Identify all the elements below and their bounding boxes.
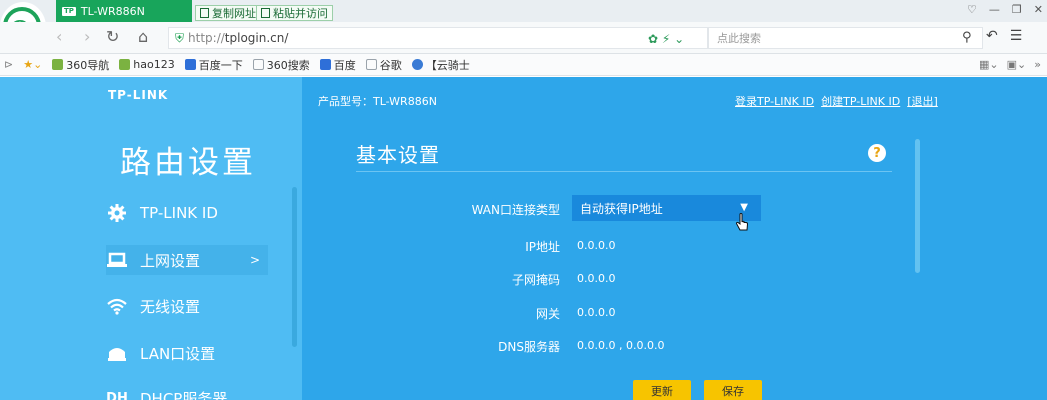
- refresh-button[interactable]: 更新: [633, 380, 691, 400]
- sidebar-item-internet[interactable]: 上网设置 >: [106, 245, 268, 275]
- bookmark-item[interactable]: 谷歌: [365, 57, 402, 73]
- router-admin-page: TP-LINK 路由设置 TP-LINK ID 上网设置 > 无线设置 LAN口…: [0, 77, 1047, 400]
- sidebar-title: 路由设置: [120, 145, 256, 181]
- browser-tab-active[interactable]: TP TL-WR886N: [56, 0, 192, 22]
- hand-cursor-icon: [735, 213, 749, 231]
- sidebar-item-label: DHCP服务器: [140, 389, 228, 400]
- reload-icon[interactable]: ↻: [106, 28, 119, 46]
- product-model: 产品型号：TL-WR886N: [318, 95, 437, 108]
- account-links: 登录TP-LINK ID 创建TP-LINK ID [退出]: [735, 93, 938, 109]
- shield-icon: ⛨: [175, 30, 185, 45]
- sidebar-item-label: TP-LINK ID: [140, 204, 218, 222]
- paw-icon: [319, 59, 331, 70]
- login-tp-link-id-link[interactable]: 登录TP-LINK ID: [735, 93, 814, 109]
- url-protocol: http://: [188, 31, 225, 45]
- gateway-label: 网关: [535, 307, 560, 321]
- help-icon[interactable]: ?: [868, 144, 886, 162]
- tp-link-logo: TP-LINK: [108, 88, 169, 102]
- wan-type-select[interactable]: 自动获得IP地址 ▼: [572, 195, 761, 221]
- sidebar-item-lan[interactable]: LAN口设置: [106, 338, 268, 368]
- sidebar-item-label: 上网设置: [140, 251, 201, 270]
- sidebar-scrollbar[interactable]: [292, 187, 297, 347]
- subnet-mask-value: 0.0.0.0: [577, 272, 616, 285]
- navigation-bar: ‹ › ↻ ⌂ ⛨ http:// tplogin.cn/ ✿ ⚡ ⌄ 点此搜索…: [0, 22, 1047, 54]
- paste-icon: [261, 8, 270, 18]
- ip-address-label: IP地址: [525, 240, 560, 254]
- extension-icon[interactable]: ▣⌄: [1007, 58, 1027, 71]
- bookmark-item[interactable]: hao123: [119, 58, 175, 71]
- gear-icon: [106, 203, 128, 223]
- bookmarks-bar: ⊳ ★⌄ 360导航 hao123 百度一下 360搜索 百度 谷歌 【云骑士 …: [0, 54, 1047, 76]
- laptop-icon: [106, 250, 128, 270]
- panel-divider: [356, 171, 892, 172]
- more-icon[interactable]: »: [1034, 58, 1041, 71]
- copy-icon: [200, 8, 209, 18]
- ip-address-value: 0.0.0.0: [577, 239, 616, 252]
- knight-icon: [411, 59, 423, 70]
- wan-type-label: WAN口连接类型: [471, 203, 560, 217]
- bookmark-icon: [119, 59, 131, 70]
- bookmarks-right-tools: ▦⌄ ▣⌄ »: [979, 58, 1041, 71]
- dns-server-label: DNS服务器: [498, 340, 560, 354]
- sidebar-item-label: LAN口设置: [140, 344, 216, 363]
- dhcp-icon: DH: [106, 390, 128, 400]
- create-tp-link-id-link[interactable]: 创建TP-LINK ID: [821, 93, 900, 109]
- sidebar-item-tp-link-id[interactable]: TP-LINK ID: [106, 198, 268, 228]
- back-icon[interactable]: ‹: [56, 28, 62, 46]
- tab-bar: TP TL-WR886N 复制网址 粘贴并访问 ♡ — ❐ ✕: [0, 0, 1047, 22]
- bookmarks-toggle-icon[interactable]: ⊳: [4, 58, 13, 71]
- subnet-mask-label: 子网掩码: [511, 273, 560, 287]
- dns-server-value: 0.0.0.0 , 0.0.0.0: [577, 339, 665, 352]
- paw-icon: [184, 59, 196, 70]
- sidebar: TP-LINK 路由设置 TP-LINK ID 上网设置 > 无线设置 LAN口…: [0, 77, 302, 400]
- search-icon[interactable]: ⚲: [962, 30, 972, 45]
- bookmark-item[interactable]: 百度一下: [184, 57, 243, 73]
- bookmark-icon: [52, 59, 64, 70]
- logout-link[interactable]: [退出]: [907, 93, 938, 109]
- nav-right-tools: ↶ ☰: [986, 28, 1022, 44]
- wan-type-value: 自动获得IP地址: [580, 201, 663, 216]
- speed-mode-icon[interactable]: ✿ ⚡ ⌄: [648, 32, 684, 46]
- search-placeholder: 点此搜索: [717, 32, 761, 45]
- address-bar[interactable]: ⛨ http:// tplogin.cn/: [168, 27, 708, 49]
- forward-icon[interactable]: ›: [84, 28, 90, 46]
- sidebar-item-dhcp[interactable]: DH DHCP服务器: [106, 383, 268, 400]
- apps-icon[interactable]: ▦⌄: [979, 58, 999, 71]
- page-icon: [252, 59, 264, 70]
- close-icon[interactable]: ✕: [1034, 3, 1043, 16]
- restore-icon[interactable]: ❐: [1012, 3, 1022, 16]
- page-icon: [365, 59, 377, 70]
- copy-url-label: 复制网址: [212, 7, 256, 20]
- main-scrollbar[interactable]: [915, 139, 920, 273]
- url-host: tplogin.cn/: [224, 31, 289, 45]
- wifi-icon: [106, 296, 128, 316]
- home-icon[interactable]: ⌂: [138, 28, 148, 46]
- undo-icon[interactable]: ↶: [986, 28, 998, 44]
- skin-icon[interactable]: ♡: [967, 3, 977, 16]
- panel-title: 基本设置: [356, 143, 440, 167]
- menu-icon[interactable]: ☰: [1010, 28, 1023, 44]
- tp-link-favicon: TP: [62, 6, 76, 16]
- bookmark-item[interactable]: 百度: [319, 57, 356, 73]
- favorites-star-icon[interactable]: ★⌄: [23, 58, 42, 71]
- chevron-right-icon: >: [249, 253, 260, 267]
- lan-icon: [106, 343, 128, 363]
- bookmark-item[interactable]: 【云骑士: [411, 57, 470, 73]
- caret-down-icon: ▼: [740, 202, 748, 213]
- bookmark-item[interactable]: 360导航: [52, 57, 109, 73]
- save-button[interactable]: 保存: [704, 380, 762, 400]
- window-controls: ♡ — ❐ ✕: [967, 3, 1043, 16]
- gateway-value: 0.0.0.0: [577, 306, 616, 319]
- paste-visit-label: 粘贴并访问: [273, 7, 328, 20]
- sidebar-item-label: 无线设置: [140, 297, 201, 316]
- search-input[interactable]: 点此搜索: [708, 27, 983, 49]
- minimize-icon[interactable]: —: [989, 3, 1000, 16]
- tab-title: TL-WR886N: [80, 4, 145, 18]
- copy-url-button[interactable]: 复制网址: [195, 5, 261, 21]
- paste-visit-button[interactable]: 粘贴并访问: [256, 5, 333, 21]
- bookmark-item[interactable]: 360搜索: [252, 57, 310, 73]
- sidebar-item-wireless[interactable]: 无线设置: [106, 291, 268, 321]
